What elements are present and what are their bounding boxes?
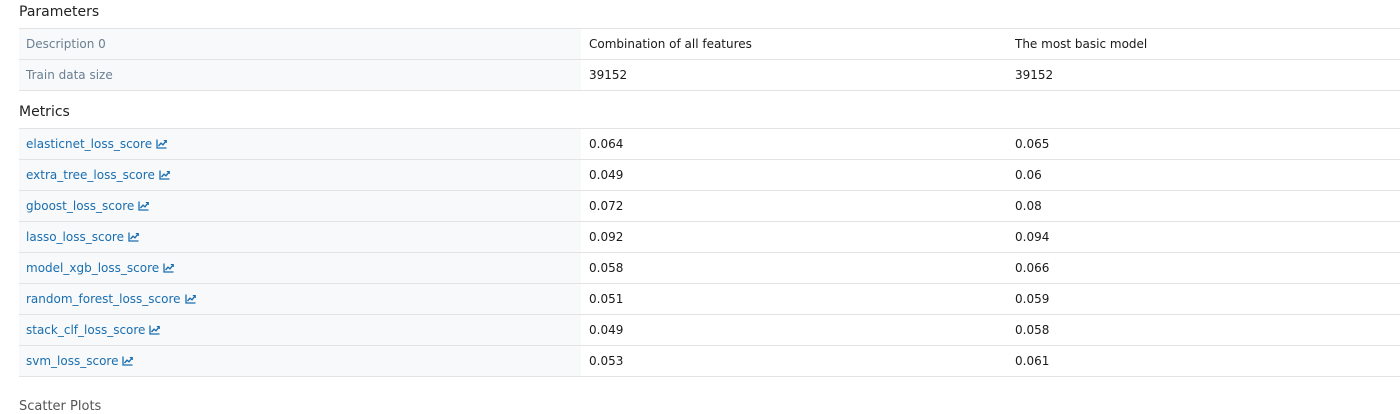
chart-icon[interactable] [163,254,174,284]
metric-value-run1: 0.053 [589,354,624,368]
chart-icon[interactable] [159,161,170,191]
table-row: random_forest_loss_score 0.051 0.059 [19,284,1400,315]
param-value-run1: Combination of all features [589,37,752,51]
metric-link-extra-tree[interactable]: extra_tree_loss_score [26,168,155,182]
chart-icon[interactable] [128,223,139,253]
param-label: Train data size [26,68,113,82]
metric-value-run2: 0.094 [1015,230,1050,244]
table-row: lasso_loss_score 0.092 0.094 [19,222,1400,253]
metric-value-run1: 0.072 [589,199,624,213]
chart-icon[interactable] [156,130,167,160]
table-row: Train data size 39152 39152 [19,60,1400,91]
table-row: Description 0 Combination of all feature… [19,28,1400,60]
table-row: svm_loss_score 0.053 0.061 [19,346,1400,377]
metric-value-run1: 0.049 [589,168,624,182]
metric-link-svm[interactable]: svm_loss_score [26,354,118,368]
metric-value-run2: 0.065 [1015,137,1050,151]
chart-icon[interactable] [149,316,161,346]
metric-link-stack-clf[interactable]: stack_clf_loss_score [26,323,145,337]
table-row: stack_clf_loss_score 0.049 0.058 [19,315,1400,346]
metric-link-lasso[interactable]: lasso_loss_score [26,230,124,244]
metric-value-run1: 0.064 [589,137,624,151]
table-row: extra_tree_loss_score 0.049 0.06 [19,160,1400,191]
param-value-run2: The most basic model [1015,37,1148,51]
table-row: gboost_loss_score 0.072 0.08 [19,191,1400,222]
chart-icon[interactable] [138,192,150,222]
metric-link-random-forest[interactable]: random_forest_loss_score [26,292,181,306]
param-value-run1: 39152 [589,68,628,82]
metrics-table: elasticnet_loss_score 0.064 0.065 extra_… [19,128,1400,377]
parameters-table: Description 0 Combination of all feature… [19,28,1400,91]
metric-link-elasticnet[interactable]: elasticnet_loss_score [26,137,152,151]
metric-value-run2: 0.08 [1015,199,1042,213]
param-label: Description 0 [26,37,106,51]
metrics-heading: Metrics [19,104,70,120]
param-value-run2: 39152 [1015,68,1054,82]
scatter-plots-heading: Scatter Plots [19,399,102,414]
metric-value-run2: 0.061 [1015,354,1050,368]
table-row: model_xgb_loss_score 0.058 0.066 [19,253,1400,284]
chart-icon[interactable] [122,347,134,377]
metric-value-run1: 0.058 [589,261,624,275]
metric-value-run1: 0.051 [589,292,624,306]
metric-value-run1: 0.049 [589,323,624,337]
metric-link-model-xgb[interactable]: model_xgb_loss_score [26,261,159,275]
metric-value-run2: 0.066 [1015,261,1050,275]
metric-value-run2: 0.058 [1015,323,1050,337]
table-row: elasticnet_loss_score 0.064 0.065 [19,128,1400,160]
metric-value-run1: 0.092 [589,230,624,244]
chart-icon[interactable] [184,285,196,315]
metric-value-run2: 0.06 [1015,168,1042,182]
metric-value-run2: 0.059 [1015,292,1050,306]
parameters-heading: Parameters [19,4,100,20]
metric-link-gboost[interactable]: gboost_loss_score [26,199,134,213]
